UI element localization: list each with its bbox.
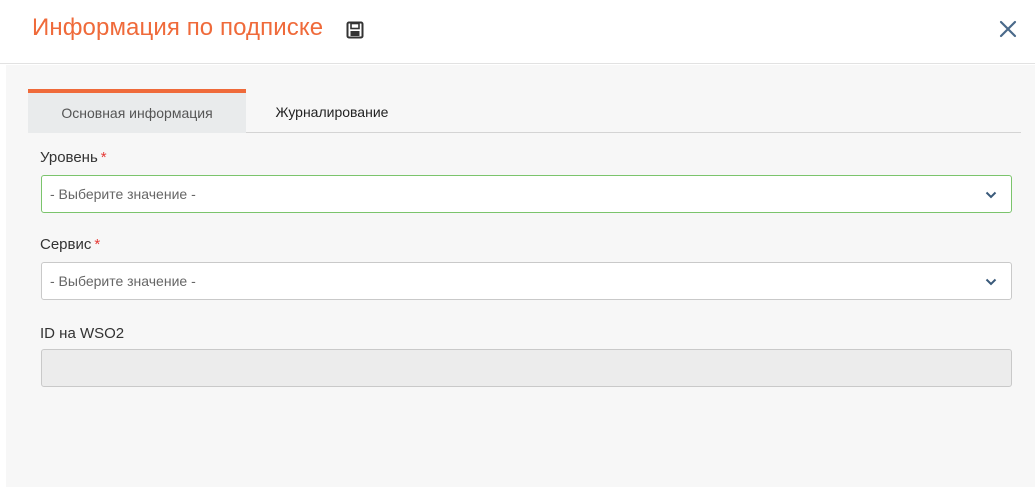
service-label: Сервис *	[40, 236, 100, 253]
chevron-down-icon	[985, 191, 997, 199]
dialog-body: Основная информация Журналирование Урове…	[6, 65, 1035, 487]
required-mark: *	[100, 149, 107, 166]
required-mark: *	[94, 236, 101, 253]
wso2-id-label: ID на WSO2	[40, 325, 124, 342]
subscription-dialog: Информация по подписке Основная информац…	[0, 0, 1035, 487]
save-icon[interactable]	[346, 21, 364, 39]
level-label: Уровень *	[40, 149, 107, 166]
service-select-placeholder: - Выберите значение -	[50, 273, 196, 289]
wso2-id-label-text: ID на WSO2	[40, 325, 125, 342]
chevron-down-icon	[985, 278, 997, 286]
tab-label: Основная информация	[61, 105, 213, 121]
dialog-header: Информация по подписке	[0, 0, 1035, 64]
tab-label: Журналирование	[275, 104, 389, 120]
tab-logging[interactable]: Журналирование	[246, 89, 418, 133]
wso2-id-field	[41, 349, 1012, 387]
level-select-placeholder: - Выберите значение -	[50, 186, 196, 202]
tab-main-info[interactable]: Основная информация	[28, 89, 246, 133]
dialog-title: Информация по подписке	[32, 14, 324, 41]
close-icon[interactable]	[997, 18, 1019, 40]
service-label-text: Сервис	[40, 236, 92, 253]
service-select[interactable]: - Выберите значение -	[41, 262, 1012, 300]
level-select[interactable]: - Выберите значение -	[41, 175, 1012, 213]
level-label-text: Уровень	[40, 149, 98, 166]
tab-bar: Основная информация Журналирование	[28, 89, 1021, 133]
